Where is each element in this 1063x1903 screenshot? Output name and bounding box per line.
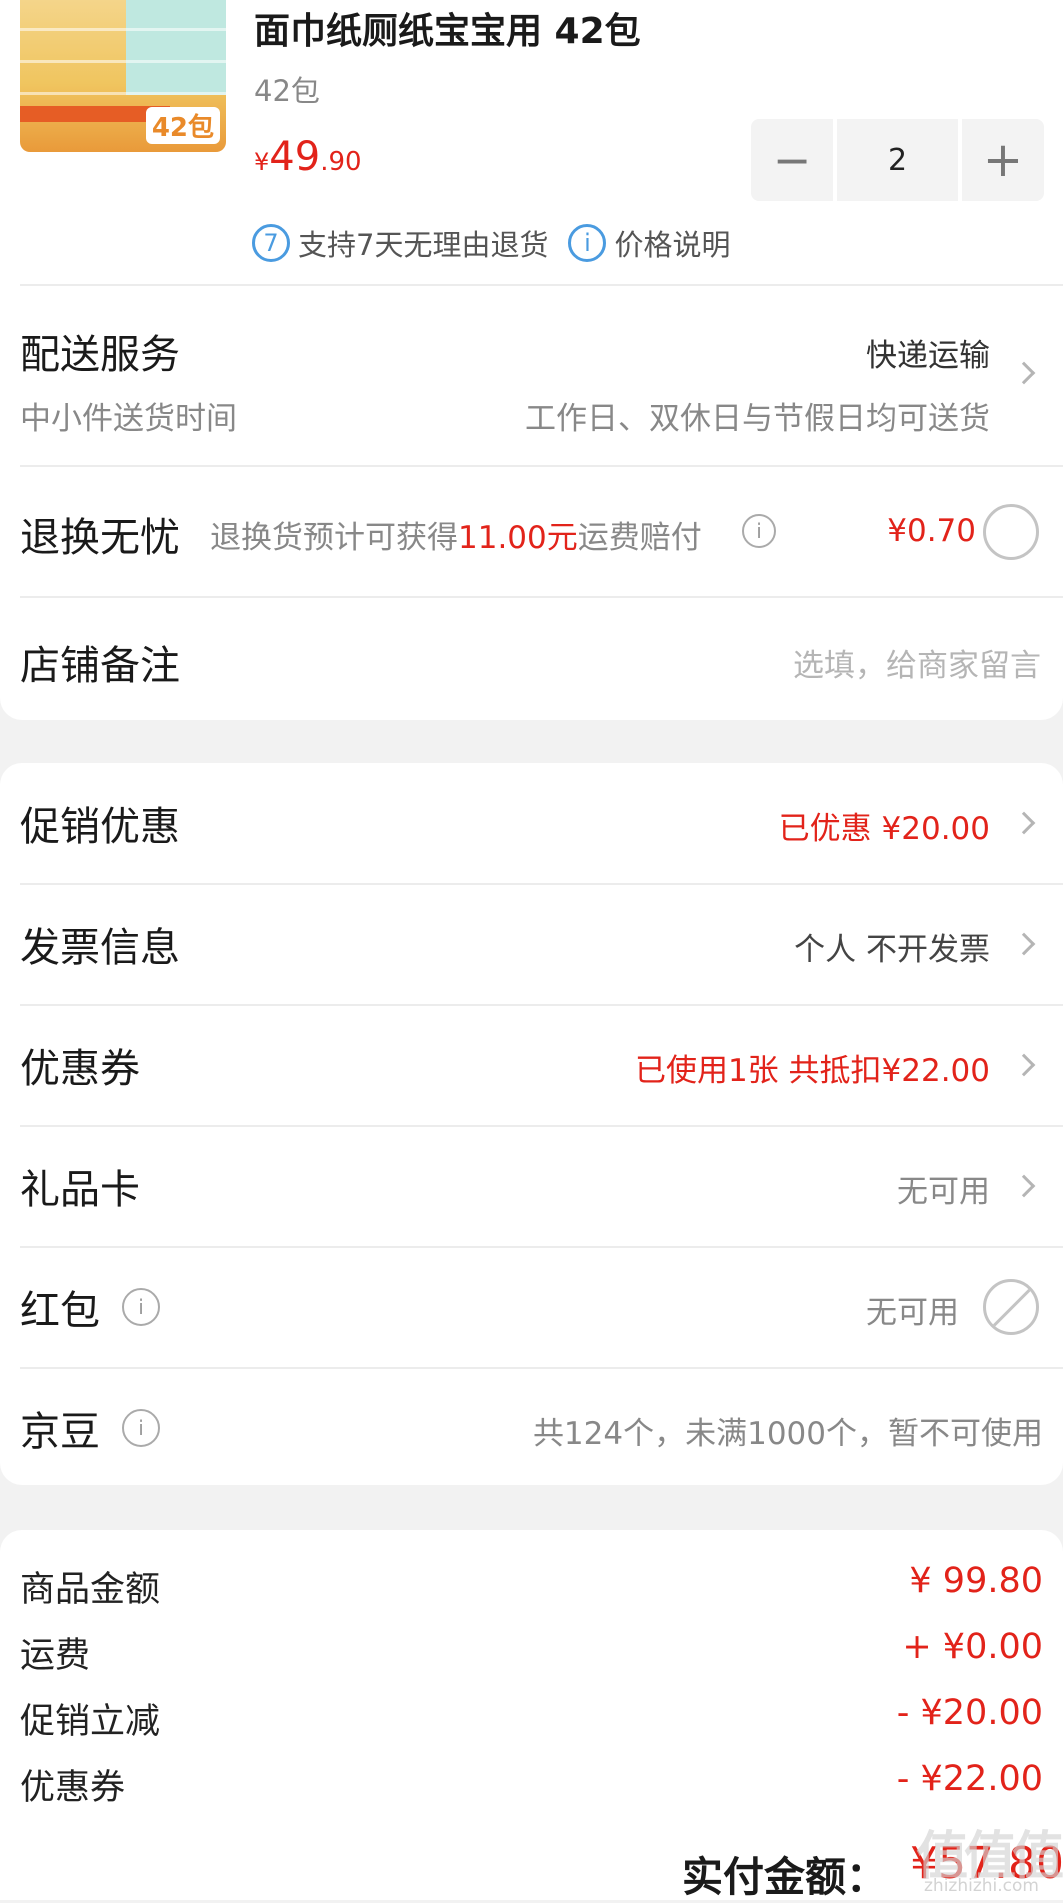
- price-explanation-link[interactable]: 价格说明: [614, 222, 730, 264]
- delivery-method[interactable]: 快递运输: [866, 330, 990, 375]
- info-icon[interactable]: i: [122, 1409, 160, 1447]
- return-desc-suffix: 运费赔付: [577, 520, 702, 556]
- return-description: 退换货预计可获得11.00元运费赔付: [210, 512, 702, 557]
- delivery-service-label[interactable]: 配送服务: [20, 322, 180, 380]
- discounts-card: 促销优惠 已优惠 ¥20.00 发票信息 个人 不开发票 优惠券 已使用1张 共…: [0, 763, 1063, 1485]
- return-insurance-price: ¥0.70: [887, 513, 976, 549]
- thumb-stripe: [20, 60, 226, 63]
- return-compensation-amount: 11.00元: [458, 520, 578, 556]
- summary-item-value: ¥ 99.80: [909, 1561, 1043, 1601]
- return-insurance-radio[interactable]: [983, 504, 1039, 560]
- info-icon[interactable]: i: [122, 1288, 160, 1326]
- coupons-value[interactable]: 已使用1张 共抵扣¥22.00: [635, 1045, 990, 1090]
- divider: [20, 1246, 1063, 1248]
- promotions-label[interactable]: 促销优惠: [20, 794, 180, 852]
- thumb-badge: 42包: [145, 107, 220, 144]
- chevron-right-icon[interactable]: [1012, 1174, 1036, 1198]
- red-packet-value: 无可用: [866, 1295, 959, 1331]
- summary-item-value: + ¥0.00: [902, 1627, 1043, 1667]
- invoice-value[interactable]: 个人 不开发票: [794, 924, 990, 969]
- increase-quantity-button[interactable]: +: [962, 119, 1044, 201]
- divider: [20, 596, 1063, 598]
- chevron-right-icon[interactable]: [1012, 811, 1036, 835]
- summary-item-label: 优惠券: [20, 1768, 126, 1808]
- chevron-right-icon[interactable]: [1012, 361, 1036, 385]
- disabled-radio-icon: [983, 1279, 1039, 1335]
- divider: [20, 465, 1063, 467]
- shop-note-label: 店铺备注: [20, 643, 180, 689]
- gift-card-value[interactable]: 无可用: [897, 1166, 990, 1211]
- thumb-stripe: [20, 92, 226, 95]
- product-spec: 42包: [254, 74, 320, 108]
- summary-item-value: - ¥22.00: [896, 1759, 1043, 1799]
- summary-item-label: 促销立减: [20, 1702, 161, 1742]
- red-packet-label: 红包: [20, 1288, 100, 1334]
- divider: [20, 883, 1063, 885]
- divider: [20, 284, 1063, 286]
- product-title[interactable]: 面巾纸厕纸宝宝用 42包: [254, 2, 641, 54]
- quantity-value[interactable]: 2: [837, 119, 958, 201]
- return-desc-prefix: 退换货预计可获得: [210, 520, 458, 556]
- delivery-time-label: 中小件送货时间: [20, 401, 237, 437]
- return-worry-free-label: 退换无忧: [20, 515, 180, 561]
- product-thumbnail[interactable]: 42包: [20, 0, 226, 152]
- coupons-label[interactable]: 优惠券: [20, 1036, 140, 1094]
- seven-day-return-icon: 7: [252, 224, 290, 262]
- price-info-icon: i: [568, 224, 607, 262]
- thumb-stripe: [20, 28, 226, 31]
- chevron-right-icon[interactable]: [1012, 932, 1036, 956]
- price-symbol: ¥: [254, 148, 270, 176]
- summary-item-label: 商品金额: [20, 1570, 161, 1610]
- product-price: ¥49.90: [254, 134, 362, 180]
- jd-beans-value: 共124个，未满1000个，暂不可使用: [532, 1416, 1043, 1452]
- price-integer: 49: [269, 134, 321, 180]
- total-label: 实付金额：: [682, 1853, 887, 1901]
- gift-card-label[interactable]: 礼品卡: [20, 1157, 140, 1215]
- invoice-label[interactable]: 发票信息: [20, 915, 180, 973]
- chevron-right-icon[interactable]: [1012, 1053, 1036, 1077]
- jd-beans-label: 京豆: [20, 1409, 100, 1455]
- divider: [20, 1125, 1063, 1127]
- decrease-quantity-button[interactable]: −: [751, 119, 833, 201]
- info-icon[interactable]: i: [742, 514, 776, 548]
- thumb-pack-teal: [126, 0, 226, 95]
- quantity-stepper: − 2 +: [751, 119, 1044, 201]
- delivery-time-value: 工作日、双休日与节假日均可送货: [525, 401, 990, 437]
- summary-item-label: 运费: [20, 1636, 91, 1676]
- price-decimal: .90: [320, 147, 362, 177]
- service-assurances: 7 支持7天无理由退货 i 价格说明: [252, 222, 730, 264]
- summary-item-value: - ¥20.00: [896, 1693, 1043, 1733]
- order-items-card: 42包 面巾纸厕纸宝宝用 42包 42包 ¥49.90 − 2 + 7 支持7天…: [0, 0, 1063, 720]
- divider: [20, 1004, 1063, 1006]
- shop-note-input[interactable]: 选填，给商家留言: [793, 640, 1041, 685]
- promotions-value[interactable]: 已优惠 ¥20.00: [779, 803, 990, 848]
- watermark-url: zhizhizhi.com: [924, 1876, 1039, 1896]
- seven-day-return-label[interactable]: 支持7天无理由退货: [298, 222, 548, 264]
- divider: [20, 1367, 1063, 1369]
